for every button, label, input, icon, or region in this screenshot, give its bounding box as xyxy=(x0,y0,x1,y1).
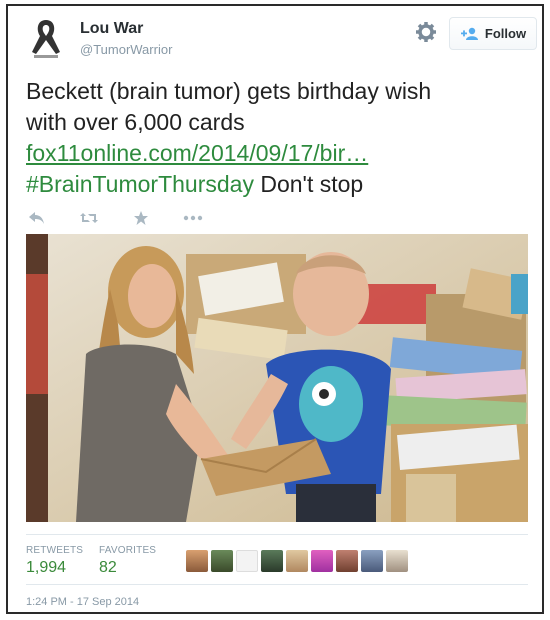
display-name[interactable]: Lou War xyxy=(80,20,143,38)
favorite-icon[interactable] xyxy=(130,209,152,227)
favoriter-avatar[interactable] xyxy=(336,550,358,572)
favorites-count[interactable]: 82 xyxy=(99,559,117,577)
tweet-line-1: Beckett (brain tumor) gets birthday wish xyxy=(26,78,432,104)
divider-top xyxy=(26,534,528,535)
user-avatar[interactable] xyxy=(26,16,66,60)
retweets-count[interactable]: 1,994 xyxy=(26,559,66,577)
tweet-text: Beckett (brain tumor) gets birthday wish… xyxy=(26,76,526,200)
retweet-icon[interactable] xyxy=(78,209,100,227)
favorites-label: FAVORITES xyxy=(99,545,157,556)
divider-bottom xyxy=(26,584,528,585)
favoriter-avatar[interactable] xyxy=(236,550,258,572)
favoriter-avatar[interactable] xyxy=(386,550,408,572)
favoriter-avatar[interactable] xyxy=(286,550,308,572)
favoriter-avatar[interactable] xyxy=(211,550,233,572)
follow-button[interactable]: Follow xyxy=(449,17,537,50)
more-icon[interactable] xyxy=(182,209,204,227)
tweet-photo[interactable] xyxy=(26,234,528,522)
tweet-actions xyxy=(26,206,234,230)
favoriter-avatar[interactable] xyxy=(261,550,283,572)
retweets-label: RETWEETS xyxy=(26,545,84,556)
add-user-icon xyxy=(460,27,478,40)
follow-label: Follow xyxy=(484,26,527,41)
hashtag-link[interactable]: #BrainTumorThursday xyxy=(26,171,254,197)
tweet-tail: Don't stop xyxy=(253,171,364,197)
tweet-line-2: with over 6,000 cards xyxy=(26,109,245,135)
reply-icon[interactable] xyxy=(26,209,48,227)
ribbon-icon xyxy=(32,20,60,58)
favoriter-avatar[interactable] xyxy=(361,550,383,572)
tweet-timestamp[interactable]: 1:24 PM - 17 Sep 2014 xyxy=(26,596,139,608)
tweet-card: Lou War @TumorWarrior Follow Beckett (br… xyxy=(6,4,544,614)
photo-image xyxy=(26,234,528,522)
tweet-link[interactable]: fox11online.com/2014/09/17/bir… xyxy=(26,140,368,166)
gear-icon[interactable] xyxy=(415,21,437,43)
favoriter-avatar[interactable] xyxy=(311,550,333,572)
favoriter-avatars xyxy=(186,550,411,572)
user-handle[interactable]: @TumorWarrior xyxy=(80,42,172,57)
favoriter-avatar[interactable] xyxy=(186,550,208,572)
